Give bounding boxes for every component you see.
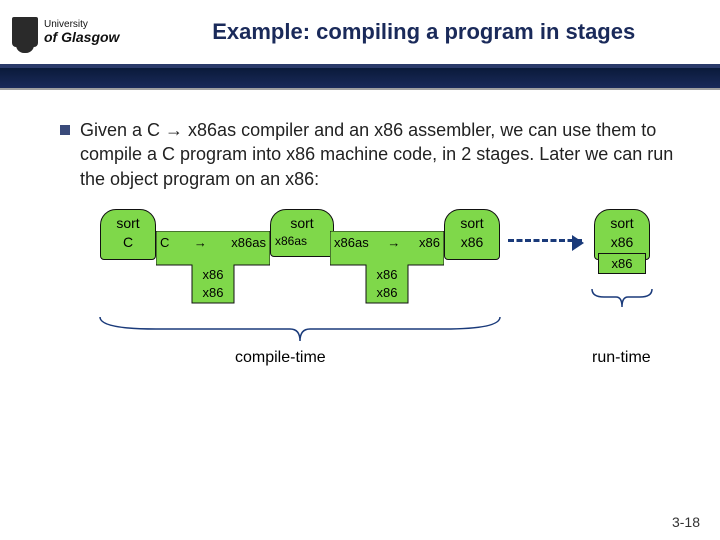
header: University of Glasgow Example: compiling…: [0, 0, 720, 68]
crest-icon: [12, 17, 38, 47]
diagram: sort C C → x86as x86 x86 sort x86as: [60, 209, 674, 419]
dashed-arrow-icon: [508, 239, 582, 242]
prog2-lang1: x86as: [275, 233, 307, 250]
brace-right-label: run-time: [592, 349, 651, 367]
logo-line2: of Glasgow: [44, 30, 119, 44]
tombstone-object: sort x86: [444, 209, 500, 260]
page-title: Example: compiling a program in stages: [119, 19, 708, 45]
compiler-to: x86as: [231, 235, 266, 250]
arrow-icon: →: [194, 235, 207, 250]
prog3-name: sort: [447, 214, 497, 234]
brace-left-icon: [96, 315, 504, 345]
tombstone-source: sort C: [100, 209, 156, 260]
assembler-from: x86as: [334, 235, 369, 250]
assembler-impl: x86: [330, 267, 444, 282]
university-logo: University of Glasgow: [12, 17, 119, 47]
brace-left-label: compile-time: [235, 349, 326, 367]
prog3-lang: x86: [447, 233, 497, 253]
compiler-from: C: [160, 235, 169, 250]
assembler-machine: x86: [330, 285, 444, 300]
bullet-text: Given a C → x86as compiler and an x86 as…: [80, 118, 674, 191]
bullet-1: Given a C → x86as compiler and an x86 as…: [60, 118, 674, 191]
prog1-lang: C: [103, 233, 153, 253]
prog2-name: sort: [273, 214, 331, 234]
bullet-square-icon: [60, 125, 70, 135]
prog1-name: sort: [103, 214, 153, 234]
t-assembler: x86as → x86 x86 x86: [330, 231, 444, 305]
header-underbar: [0, 68, 720, 90]
run-machine: x86: [598, 253, 646, 274]
assembler-to: x86: [419, 235, 440, 250]
arrow-icon: →: [387, 235, 400, 250]
compiler-machine: x86: [156, 285, 270, 300]
compiler-impl: x86: [156, 267, 270, 282]
content: Given a C → x86as compiler and an x86 as…: [0, 90, 720, 429]
prog4-name: sort: [597, 214, 647, 234]
tombstone-intermediate: sort x86as: [270, 209, 334, 257]
brace-right-icon: [588, 287, 656, 311]
t-compiler: C → x86as x86 x86: [156, 231, 270, 305]
prog4-lang: x86: [597, 233, 647, 253]
slide-number: 3-18: [672, 514, 700, 530]
